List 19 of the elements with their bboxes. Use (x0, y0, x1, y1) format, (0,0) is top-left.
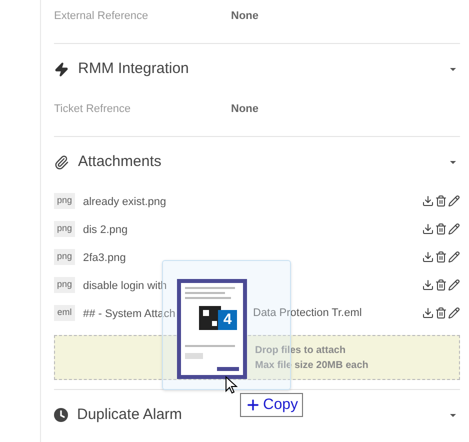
copy-label: Copy (263, 394, 298, 415)
file-type-tag: eml (54, 305, 75, 321)
file-name[interactable]: dis 2.png (83, 224, 128, 236)
section-title: RMM Integration (78, 58, 189, 79)
count-badge: 4 (218, 310, 237, 330)
file-type-tag: png (54, 221, 75, 237)
file-name[interactable]: already exist.png (83, 196, 166, 208)
field-value: None (231, 8, 258, 24)
section-title: Attachments (78, 152, 162, 172)
field-label: Ticket Refrence (54, 102, 132, 117)
section-title: Duplicate Alarm (77, 404, 182, 425)
field-value: None (231, 102, 258, 117)
file-type-tag: png (54, 193, 75, 209)
field-label: External Reference (54, 8, 150, 24)
drop-zone-title: Drop files to attach (255, 344, 346, 358)
file-name[interactable]: Data Protection Tr.eml (253, 304, 362, 322)
file-name[interactable]: 2fa3.png (83, 252, 126, 264)
file-type-tag: png (54, 277, 75, 293)
file-type-tag: png (54, 249, 75, 265)
